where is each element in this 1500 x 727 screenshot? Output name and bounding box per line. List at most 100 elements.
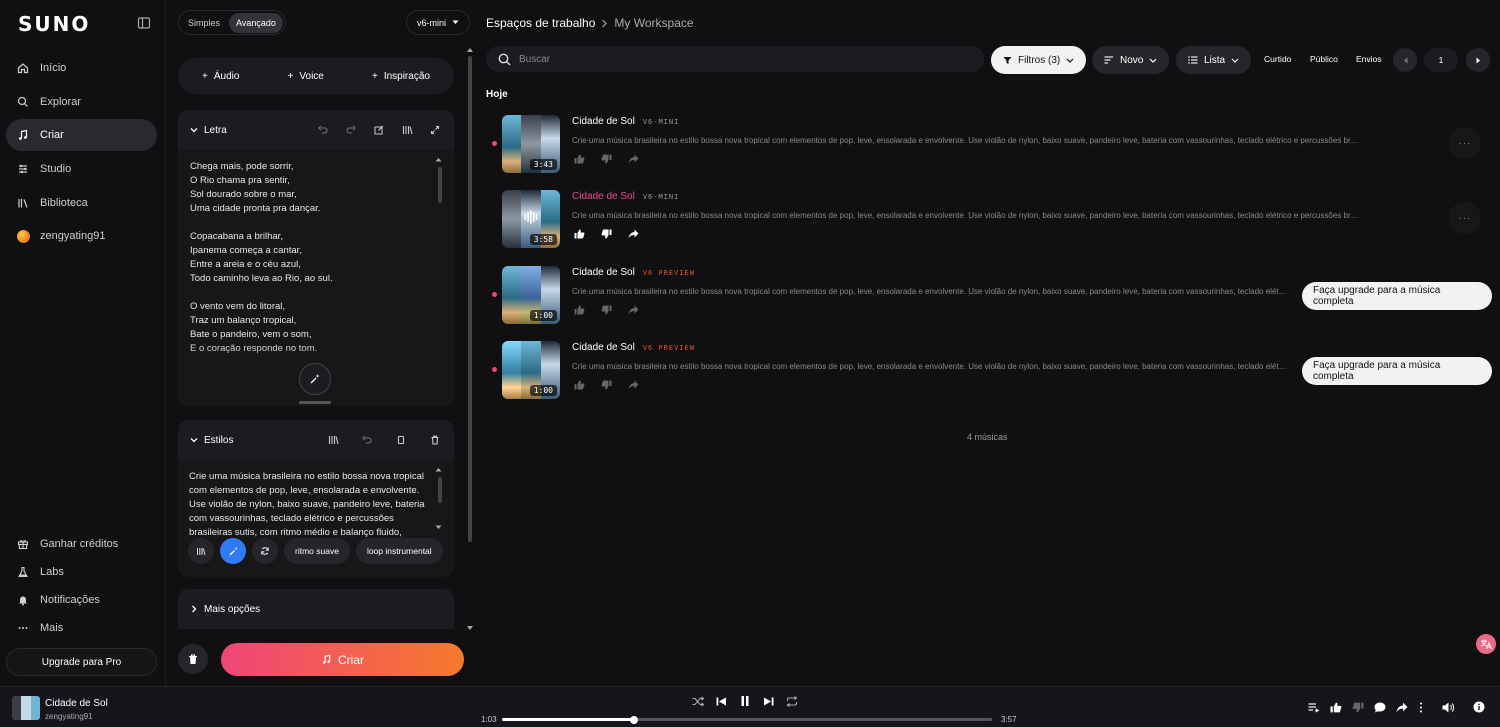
- song-more-button[interactable]: ···: [1449, 127, 1481, 159]
- song-row[interactable]: 3:58 Cidade de Sol V6-MINI Crie uma músic…: [492, 190, 1492, 256]
- clear-button[interactable]: [178, 644, 208, 674]
- progress-bar[interactable]: [502, 715, 992, 724]
- queue-icon[interactable]: [1308, 702, 1320, 713]
- prev-page-button[interactable]: [1393, 48, 1417, 72]
- view-button[interactable]: Lista: [1176, 46, 1252, 74]
- lyrics-scrollbar[interactable]: [438, 167, 442, 203]
- filter-liked[interactable]: Curtido: [1264, 54, 1291, 64]
- scroll-down-icon[interactable]: [435, 525, 442, 530]
- thumbs-down-icon[interactable]: [599, 303, 613, 317]
- song-cover[interactable]: 1:00: [502, 266, 560, 324]
- edit-icon[interactable]: [372, 123, 386, 137]
- add-voice-button[interactable]: + Voice: [288, 71, 324, 82]
- song-cover[interactable]: 3:58: [502, 190, 560, 248]
- thumbs-down-icon[interactable]: [599, 227, 613, 241]
- style-refresh-button[interactable]: [252, 538, 278, 564]
- nav-item-biblioteca[interactable]: Biblioteca: [6, 187, 157, 219]
- song-title[interactable]: Cidade de Sol: [572, 191, 635, 202]
- create-button[interactable]: Criar: [221, 643, 464, 676]
- lyrics-header[interactable]: Letra: [178, 110, 454, 150]
- style-library-button[interactable]: [188, 538, 214, 564]
- nav-item-studio[interactable]: Studio: [6, 153, 157, 185]
- search-input[interactable]: Buscar: [486, 46, 984, 72]
- filter-uploads[interactable]: Envios: [1356, 54, 1382, 64]
- repeat-icon[interactable]: [786, 695, 798, 707]
- style-magic-button[interactable]: [220, 538, 246, 564]
- comment-icon[interactable]: [1374, 702, 1386, 713]
- redo-icon[interactable]: [344, 123, 358, 137]
- nav-item-profile[interactable]: zengyating91: [6, 220, 157, 252]
- style-chip[interactable]: loop instrumental: [355, 538, 443, 564]
- undo-icon[interactable]: [360, 433, 374, 447]
- more-options-toggle[interactable]: Mais opções: [178, 589, 454, 629]
- next-icon[interactable]: [763, 696, 774, 707]
- add-audio-button[interactable]: + Áudio: [202, 71, 239, 82]
- more-vertical-icon[interactable]: [1418, 702, 1424, 713]
- scroll-up-icon[interactable]: [435, 157, 442, 162]
- filter-public[interactable]: Público: [1310, 54, 1338, 64]
- share-icon[interactable]: [626, 378, 640, 392]
- resize-handle[interactable]: [299, 401, 331, 404]
- magic-wand-button[interactable]: [299, 363, 331, 395]
- next-page-button[interactable]: [1466, 48, 1490, 72]
- add-inspiration-button[interactable]: + Inspiração: [372, 71, 430, 82]
- thumbs-down-icon[interactable]: [599, 378, 613, 392]
- info-icon[interactable]: [1473, 701, 1485, 713]
- upgrade-song-button[interactable]: Faça upgrade para a música completa: [1302, 357, 1492, 385]
- thumbs-up-icon[interactable]: [572, 152, 586, 166]
- song-title[interactable]: Cidade de Sol: [572, 267, 635, 278]
- song-cover[interactable]: 3:43: [502, 115, 560, 173]
- expand-icon[interactable]: [428, 123, 442, 137]
- thumbs-down-icon[interactable]: [1352, 702, 1364, 713]
- pause-icon[interactable]: [739, 695, 751, 707]
- panel-scrollbar[interactable]: [467, 48, 473, 632]
- share-icon[interactable]: [626, 303, 640, 317]
- scroll-up-icon[interactable]: [435, 467, 442, 472]
- song-row[interactable]: 1:00 Cidade de Sol V6 PREVIEW Crie uma mú…: [492, 341, 1492, 407]
- player-user[interactable]: zengyating91: [45, 712, 93, 721]
- model-select[interactable]: v6-mini: [406, 10, 471, 35]
- filters-button[interactable]: Filtros (3): [991, 46, 1087, 74]
- song-more-button[interactable]: ···: [1449, 202, 1481, 234]
- volume-icon[interactable]: [1442, 702, 1455, 713]
- player-cover[interactable]: [12, 696, 40, 720]
- thumbs-up-icon[interactable]: [572, 227, 586, 241]
- nav-item-explorar[interactable]: Explorar: [6, 86, 157, 118]
- style-chip[interactable]: ritmo suave: [284, 538, 350, 564]
- share-icon[interactable]: [626, 152, 640, 166]
- library-icon[interactable]: [326, 433, 340, 447]
- styles-header[interactable]: Estilos: [178, 420, 454, 460]
- undo-icon[interactable]: [316, 123, 330, 137]
- sort-button[interactable]: Novo: [1092, 46, 1170, 74]
- upgrade-song-button[interactable]: Faça upgrade para a música completa: [1302, 282, 1492, 310]
- trash-icon[interactable]: [428, 433, 442, 447]
- upgrade-pro-button[interactable]: Upgrade para Pro: [6, 648, 157, 676]
- sidebar-toggle-icon[interactable]: [137, 16, 151, 30]
- mode-advanced-tab[interactable]: Avançado: [229, 12, 283, 33]
- nav-item-criar[interactable]: Criar: [6, 119, 157, 151]
- thumbs-up-icon[interactable]: [572, 303, 586, 317]
- page-number[interactable]: 1: [1424, 48, 1458, 72]
- song-row[interactable]: 1:00 Cidade de Sol V6 PREVIEW Crie uma mú…: [492, 266, 1492, 332]
- mode-simple-tab[interactable]: Simples: [181, 13, 227, 33]
- song-row[interactable]: 3:43 Cidade de Sol V6-MINI Crie uma músic…: [492, 115, 1492, 181]
- share-icon[interactable]: [626, 227, 640, 241]
- breadcrumb-root[interactable]: Espaços de trabalho: [486, 16, 595, 30]
- song-title[interactable]: Cidade de Sol: [572, 116, 635, 127]
- nav-item-mais[interactable]: Mais: [6, 612, 157, 644]
- suno-logo[interactable]: SUNO: [18, 12, 90, 36]
- previous-icon[interactable]: [716, 696, 727, 707]
- translate-icon[interactable]: [1476, 634, 1496, 654]
- shuffle-icon[interactable]: [692, 696, 704, 707]
- song-title[interactable]: Cidade de Sol: [572, 342, 635, 353]
- thumbs-up-icon[interactable]: [1330, 702, 1342, 713]
- styles-scrollbar[interactable]: [438, 477, 442, 503]
- player-title[interactable]: Cidade de Sol: [45, 698, 108, 709]
- styles-textarea[interactable]: Crie uma música brasileira no estilo bos…: [178, 460, 454, 577]
- progress-knob[interactable]: [630, 715, 639, 724]
- song-cover[interactable]: 1:00: [502, 341, 560, 399]
- thumbs-up-icon[interactable]: [572, 378, 586, 392]
- library-icon[interactable]: [400, 123, 414, 137]
- nav-item-inicio[interactable]: Início: [6, 52, 157, 84]
- share-icon[interactable]: [1396, 702, 1408, 713]
